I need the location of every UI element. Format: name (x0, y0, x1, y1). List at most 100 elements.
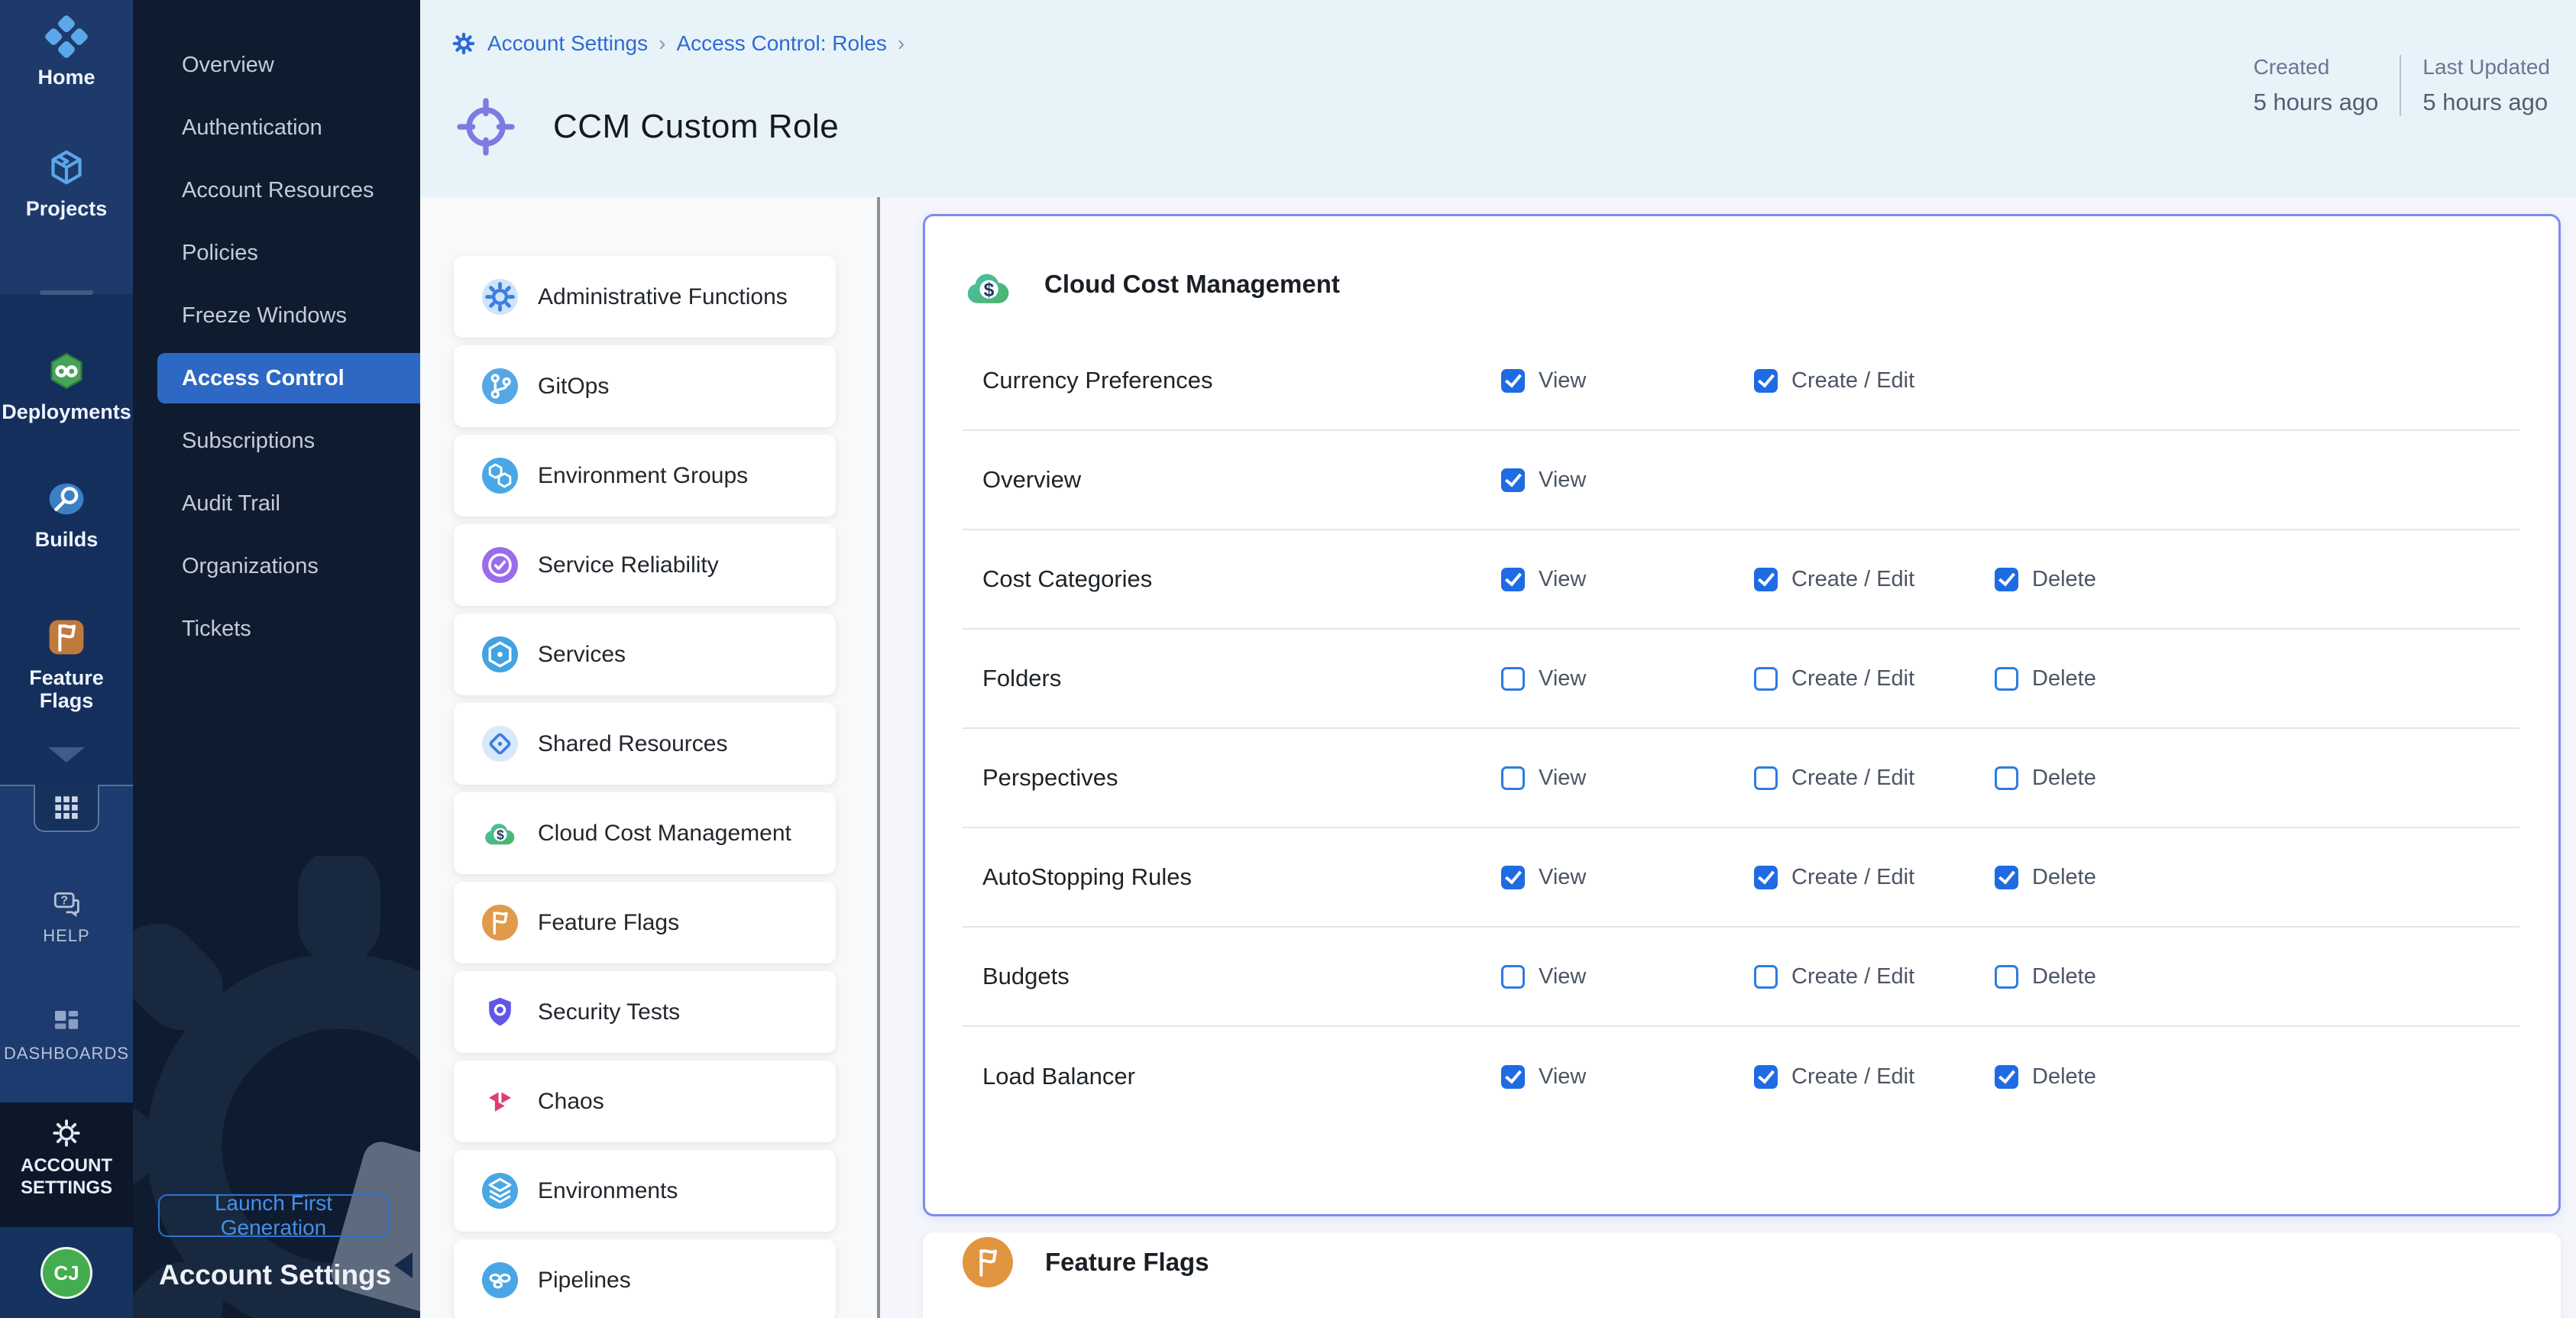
module-picker-button[interactable] (34, 785, 99, 832)
checkbox-label: Create / Edit (1791, 865, 1914, 890)
create_edit-checkbox-unchecked[interactable] (1754, 965, 1778, 989)
checkbox-label: Delete (2032, 964, 2096, 989)
launch-first-generation-button[interactable]: Launch First Generation (158, 1194, 389, 1237)
checkbox-label: Delete (2032, 567, 2096, 592)
rail-item-deployments[interactable]: Deployments (0, 350, 133, 423)
delete-checkbox-unchecked[interactable] (1995, 766, 2018, 790)
permission-row-currency-preferences: Currency PreferencesViewCreate / Edit (963, 332, 2519, 431)
permission-cell-create_edit: Create / Edit (1754, 530, 1914, 628)
delete-checkbox-unchecked[interactable] (1995, 667, 2018, 691)
permission-row-autostopping-rules: AutoStopping RulesViewCreate / EditDelet… (963, 828, 2519, 928)
permission-cell-delete: Delete (1995, 1027, 2096, 1126)
permission-row-label: Load Balancer (982, 1027, 1135, 1126)
resource-card-gitops[interactable]: GitOps (454, 345, 836, 427)
rail-item-builds[interactable]: Builds (0, 478, 133, 551)
permission-cell-create_edit: Create / Edit (1754, 332, 1914, 429)
resource-card-cloud-cost-management[interactable]: $Cloud Cost Management (454, 792, 836, 874)
feature-flags-section-header: Feature Flags (963, 1237, 1209, 1287)
checkbox-label: Delete (2032, 865, 2096, 890)
resource-card-feature-flags[interactable]: Feature Flags (454, 882, 836, 963)
breadcrumb-access-control-roles[interactable]: Access Control: Roles (676, 31, 886, 56)
permission-row-label: Overview (982, 431, 1081, 529)
resource-card-chaos[interactable]: Chaos (454, 1061, 836, 1142)
resource-card-label: Feature Flags (538, 910, 679, 936)
view-checkbox-unchecked[interactable] (1501, 667, 1525, 691)
view-checkbox-checked[interactable] (1501, 1065, 1525, 1089)
role-meta: Created 5 hours ago Last Updated 5 hours… (2254, 55, 2550, 116)
view-checkbox-checked[interactable] (1501, 369, 1525, 393)
sidenav-item-account-resources[interactable]: Account Resources (133, 159, 420, 222)
rail-item-label: Projects (26, 197, 108, 220)
create_edit-checkbox-checked[interactable] (1754, 369, 1778, 393)
delete-checkbox-checked[interactable] (1995, 1065, 2018, 1089)
checkbox-label: View (1539, 567, 1586, 592)
collapse-panel-icon[interactable] (394, 1252, 413, 1278)
breadcrumb-account-settings[interactable]: Account Settings (487, 31, 648, 56)
view-checkbox-unchecked[interactable] (1501, 766, 1525, 790)
sidenav-item-authentication[interactable]: Authentication (133, 96, 420, 159)
sidenav-item-policies[interactable]: Policies (133, 222, 420, 284)
user-avatar[interactable]: CJ (40, 1247, 92, 1299)
resource-card-administrative-functions[interactable]: Administrative Functions (454, 256, 836, 338)
checkbox-label: View (1539, 666, 1586, 691)
resource-card-service-reliability[interactable]: Service Reliability (454, 524, 836, 606)
gear-icon[interactable] (451, 31, 477, 57)
title-row: CCM Custom Role (455, 86, 839, 169)
resource-card-security-tests[interactable]: Security Tests (454, 971, 836, 1053)
role-crosshair-icon (455, 96, 516, 157)
resource-card-pipelines[interactable]: Pipelines (454, 1239, 836, 1318)
rail-item-feature-flags[interactable]: Feature Flags (0, 616, 133, 712)
dashboards-label: DASHBOARDS (4, 1044, 129, 1064)
rail-item-projects[interactable]: Projects (0, 147, 133, 220)
resource-card-label: Services (538, 642, 626, 668)
sidenav-item-overview[interactable]: Overview (133, 34, 420, 96)
view-checkbox-checked[interactable] (1501, 568, 1525, 591)
resource-card-services[interactable]: Services (454, 614, 836, 695)
feature-flags-section-title: Feature Flags (1045, 1248, 1209, 1277)
resource-card-environment-groups[interactable]: Environment Groups (454, 435, 836, 517)
svg-text:$: $ (984, 280, 995, 301)
chaos-triangles-icon (482, 1083, 518, 1119)
create_edit-checkbox-checked[interactable] (1754, 568, 1778, 591)
harness-home-icon (45, 15, 88, 58)
grid-icon (51, 792, 82, 823)
help-button[interactable]: ? HELP (0, 888, 133, 946)
chevron-right-icon: › (898, 31, 905, 56)
delete-checkbox-unchecked[interactable] (1995, 965, 2018, 989)
help-chat-icon: ? (50, 888, 83, 920)
delete-checkbox-checked[interactable] (1995, 866, 2018, 889)
sidenav-item-audit-trail[interactable]: Audit Trail (133, 472, 420, 535)
security-shield-icon (482, 994, 518, 1030)
view-checkbox-unchecked[interactable] (1501, 965, 1525, 989)
svg-text:?: ? (60, 895, 68, 908)
resource-card-shared-resources[interactable]: Shared Resources (454, 703, 836, 785)
resource-card-environments[interactable]: Environments (454, 1150, 836, 1232)
checkbox-label: View (1539, 1064, 1586, 1090)
create_edit-checkbox-unchecked[interactable] (1754, 766, 1778, 790)
view-checkbox-checked[interactable] (1501, 866, 1525, 889)
ccm-section-title: Cloud Cost Management (1044, 270, 1340, 299)
checkbox-label: Delete (2032, 666, 2096, 691)
sidenav-item-access-control[interactable]: Access Control (157, 353, 420, 403)
permission-row-label: Budgets (982, 928, 1070, 1025)
feature-flags-flag-icon (45, 616, 88, 659)
permission-row-label: Perspectives (982, 729, 1118, 827)
create_edit-checkbox-unchecked[interactable] (1754, 667, 1778, 691)
rail-item-home[interactable]: Home (0, 15, 133, 89)
avatar-initials: CJ (53, 1261, 79, 1285)
last-updated-value: 5 hours ago (2422, 89, 2550, 116)
account-settings-rail-button[interactable]: ACCOUNT SETTINGS (0, 1103, 133, 1227)
sidenav-item-tickets[interactable]: Tickets (133, 597, 420, 660)
view-checkbox-checked[interactable] (1501, 468, 1525, 492)
permission-row-overview: OverviewView (963, 431, 2519, 530)
create_edit-checkbox-checked[interactable] (1754, 866, 1778, 889)
rail-item-label: Deployments (2, 400, 131, 423)
chevron-down-icon[interactable] (48, 747, 85, 763)
sidenav-item-subscriptions[interactable]: Subscriptions (133, 410, 420, 472)
sidenav-item-organizations[interactable]: Organizations (133, 535, 420, 597)
last-updated-label: Last Updated (2422, 55, 2550, 79)
sidenav-item-freeze-windows[interactable]: Freeze Windows (133, 284, 420, 347)
create_edit-checkbox-checked[interactable] (1754, 1065, 1778, 1089)
dashboards-button[interactable]: DASHBOARDS (0, 1006, 133, 1064)
delete-checkbox-checked[interactable] (1995, 568, 2018, 591)
